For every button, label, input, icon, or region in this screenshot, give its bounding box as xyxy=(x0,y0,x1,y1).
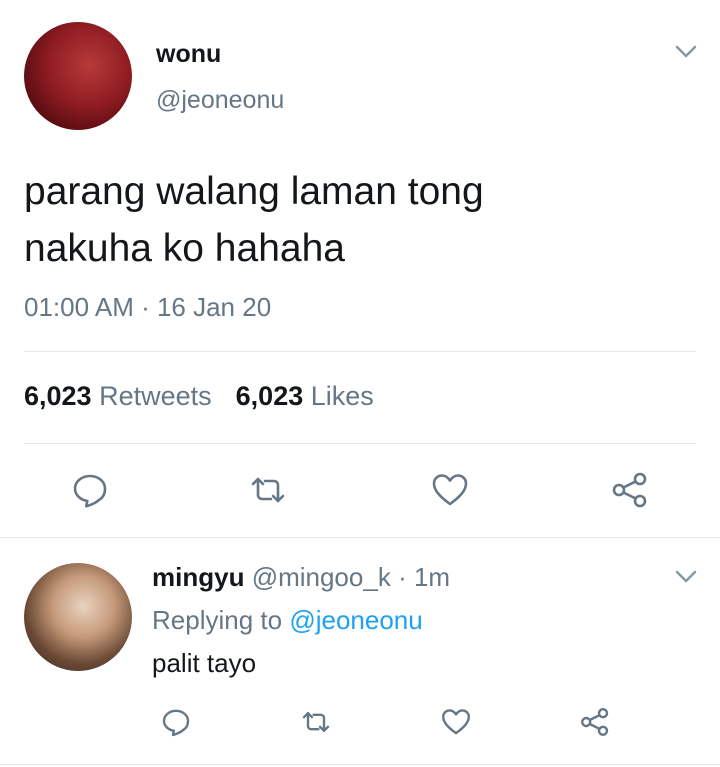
share-icon[interactable] xyxy=(579,706,611,738)
heart-icon[interactable] xyxy=(430,470,470,510)
avatar[interactable] xyxy=(24,22,132,130)
reply-text: palit tayo xyxy=(152,648,257,678)
retweet-count: 6,023 xyxy=(24,381,92,411)
heart-icon[interactable] xyxy=(440,706,472,738)
divider xyxy=(24,351,696,352)
relative-time: 1m xyxy=(413,562,451,592)
replying-to: Replying to @jeoneonu xyxy=(152,605,423,636)
likes-stat[interactable]: 6,023 Likes xyxy=(236,381,374,412)
retweet-label: Retweets xyxy=(99,381,212,411)
retweet-icon[interactable] xyxy=(248,470,288,510)
share-icon[interactable] xyxy=(610,470,650,510)
separator: · xyxy=(398,562,407,592)
divider xyxy=(0,537,720,538)
like-count: 6,023 xyxy=(235,381,304,411)
chevron-down-icon[interactable] xyxy=(675,45,697,59)
retweet-icon[interactable] xyxy=(300,706,332,738)
replying-prefix: Replying to xyxy=(152,605,283,635)
divider xyxy=(0,764,720,765)
tweet-text-line: nakuha ko hahaha xyxy=(24,227,345,270)
display-name[interactable]: mingyu xyxy=(152,562,244,592)
tweet-text: parang walang laman tong nakuha ko hahah… xyxy=(24,163,664,277)
reply-bubble-icon[interactable] xyxy=(70,470,110,510)
like-label: Likes xyxy=(310,381,374,411)
reply-bubble-icon[interactable] xyxy=(160,706,192,738)
mention-link[interactable]: @jeoneonu xyxy=(289,605,422,635)
reply-header: mingyu @mingoo_k · 1m xyxy=(152,562,450,593)
avatar[interactable] xyxy=(24,563,132,671)
divider xyxy=(24,443,696,444)
tweet-text-line: parang walang laman tong xyxy=(24,170,484,213)
chevron-down-icon[interactable] xyxy=(675,570,697,584)
timestamp[interactable]: 01:00 AM · 16 Jan 20 xyxy=(24,292,271,323)
handle[interactable]: @mingoo_k xyxy=(252,562,391,592)
tweet-stats: 6,023 Retweets 6,023 Likes xyxy=(24,381,374,412)
display-name[interactable]: wonu xyxy=(156,40,221,69)
retweets-stat[interactable]: 6,023 Retweets xyxy=(24,381,212,412)
handle[interactable]: @jeoneonu xyxy=(156,86,284,115)
